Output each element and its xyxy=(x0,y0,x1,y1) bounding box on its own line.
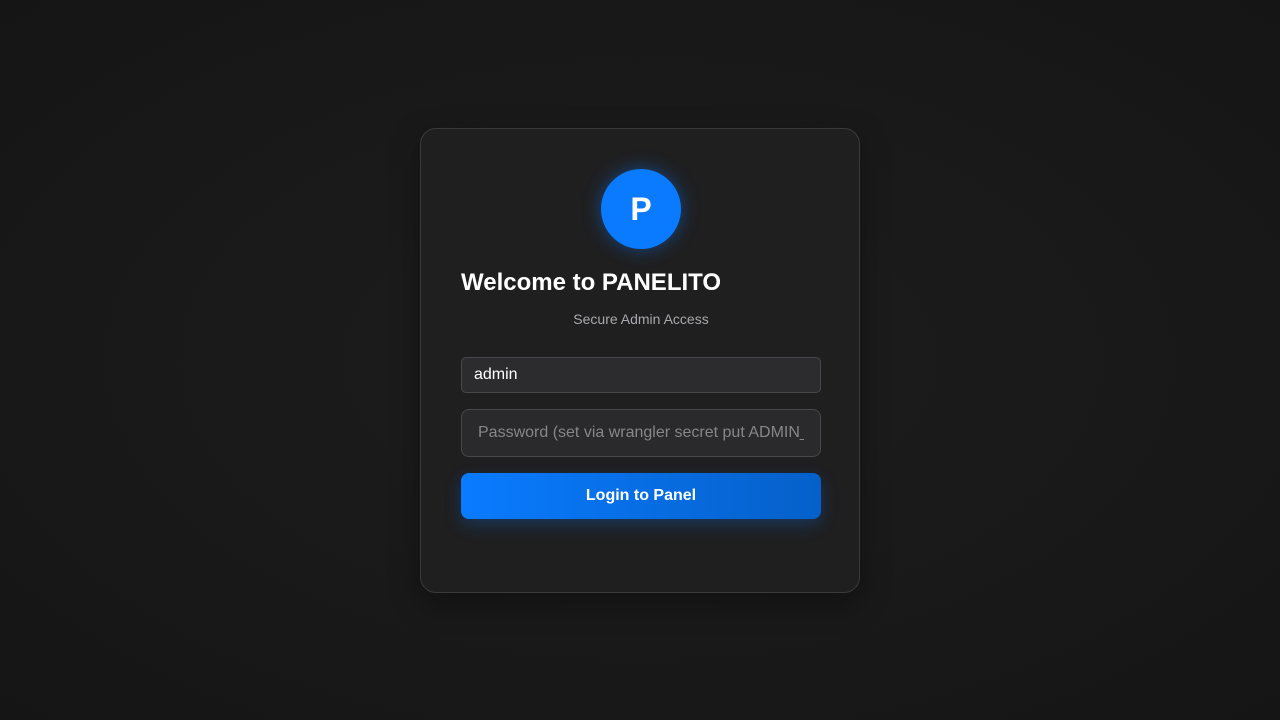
page-subtitle: Secure Admin Access xyxy=(573,311,709,327)
username-input[interactable] xyxy=(461,357,821,393)
login-card: P Welcome to PANELITO Secure Admin Acces… xyxy=(420,128,860,593)
logo-badge: P xyxy=(601,169,681,249)
password-input[interactable] xyxy=(461,409,821,457)
login-button[interactable]: Login to Panel xyxy=(461,473,821,519)
page-title: Welcome to PANELITO xyxy=(461,269,722,296)
logo-letter: P xyxy=(630,191,652,227)
